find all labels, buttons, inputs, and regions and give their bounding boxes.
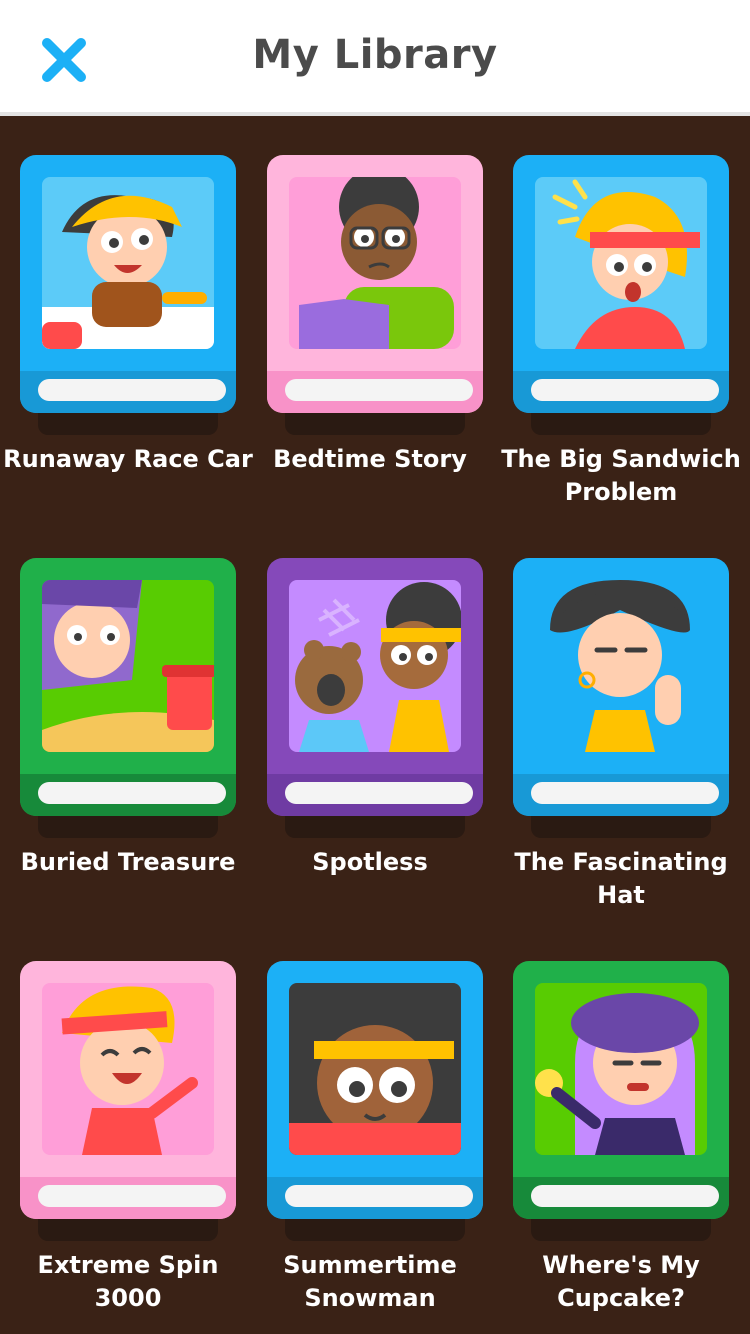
page-title: My Library [252, 32, 498, 78]
book-illustration [289, 580, 461, 752]
book-illustration [42, 983, 214, 1155]
top-bar: My Library [0, 0, 750, 116]
book-title: The Fascinating Hat [514, 848, 728, 909]
book-cover[interactable] [267, 961, 483, 1241]
book-cover[interactable] [513, 961, 729, 1241]
book-cover[interactable] [267, 558, 483, 838]
book-cover[interactable] [20, 961, 236, 1241]
book-title: Runaway Race Car [3, 445, 253, 473]
book-cover[interactable] [513, 558, 729, 838]
book-illustration [535, 580, 707, 752]
book-title: Extreme Spin 3000 [37, 1251, 219, 1312]
book-illustration [42, 177, 214, 349]
book-title: Summertime Snowman [283, 1251, 457, 1312]
book-title: The Big Sandwich Problem [501, 445, 741, 506]
library-grid: Runaway Race Car Bedtime Story The Big S… [0, 120, 750, 1334]
book-title: Bedtime Story [273, 445, 467, 473]
book-illustration [535, 983, 707, 1155]
book-title: Where's My Cupcake? [542, 1251, 700, 1312]
book-title: Spotless [312, 848, 428, 876]
book-cover[interactable] [513, 155, 729, 435]
book-cover[interactable] [20, 558, 236, 838]
book-illustration [289, 983, 461, 1155]
book-illustration [42, 580, 214, 752]
book-cover[interactable] [267, 155, 483, 435]
book-illustration [289, 177, 461, 349]
book-cover[interactable] [20, 155, 236, 435]
book-illustration [535, 177, 707, 349]
book-title: Buried Treasure [20, 848, 236, 876]
